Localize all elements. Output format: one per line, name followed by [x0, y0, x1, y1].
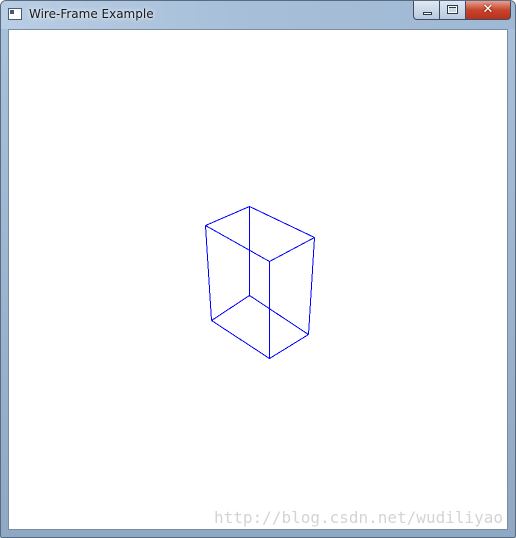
app-window: Wire-Frame Example ✕ http://blog.csdn.ne…: [0, 0, 516, 538]
close-icon: ✕: [482, 2, 494, 17]
wireframe-edge: [249, 206, 315, 238]
window-app-icon[interactable]: [8, 8, 22, 20]
wireframe-edge: [205, 206, 250, 226]
render-canvas[interactable]: [9, 30, 507, 529]
minimize-button[interactable]: [413, 1, 440, 20]
wireframe-edge: [205, 225, 212, 321]
title-bar[interactable]: Wire-Frame Example ✕: [1, 1, 515, 29]
wireframe-edge: [211, 295, 250, 321]
wireframe-box: [205, 206, 315, 359]
wireframe-edge: [308, 237, 315, 335]
wireframe-edge: [211, 320, 270, 359]
wireframe-edge: [205, 225, 270, 262]
minimize-icon: [423, 12, 432, 15]
wireframe-edge: [249, 295, 309, 335]
client-area[interactable]: http://blog.csdn.net/wudiliyao: [8, 29, 508, 530]
wireframe-edge: [269, 334, 309, 359]
wireframe-edge: [269, 237, 315, 262]
window-controls: ✕: [413, 1, 511, 21]
maximize-button[interactable]: [440, 1, 466, 20]
close-button[interactable]: ✕: [466, 1, 511, 20]
maximize-icon: [447, 5, 458, 14]
window-title: Wire-Frame Example: [29, 7, 154, 21]
watermark-text: http://blog.csdn.net/wudiliyao: [214, 508, 503, 527]
